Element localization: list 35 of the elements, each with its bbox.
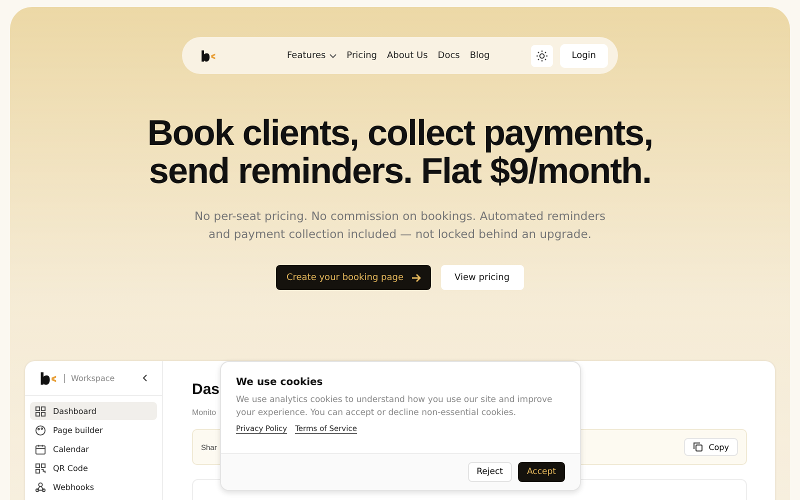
webhook-icon xyxy=(35,482,46,492)
sidebar-item[interactable]: QR Code xyxy=(30,459,157,477)
nav-link[interactable]: Docs xyxy=(438,50,460,60)
cookie-text: We use analytics cookies to understand how you use our site and improve your experience. You can accept or decline non-essential cookies. xyxy=(236,394,554,419)
sun-icon xyxy=(536,50,548,62)
nav-link[interactable]: About Us xyxy=(387,50,428,60)
sidebar-item[interactable]: Calendar xyxy=(30,440,157,458)
view-pricing-button[interactable]: View pricing xyxy=(440,265,524,290)
headline: Book clients, collect payments, xyxy=(147,114,653,152)
calendar-icon xyxy=(35,444,46,454)
logo-icon xyxy=(39,372,57,384)
login-button[interactable]: Login xyxy=(560,44,608,68)
chevron-left-icon[interactable] xyxy=(142,374,148,382)
qr-code-icon xyxy=(35,462,46,474)
sidebar-item[interactable]: Dashboard xyxy=(30,402,157,420)
logo-icon xyxy=(200,50,216,62)
sidebar-item[interactable]: Page builder xyxy=(30,421,157,439)
hero-subtitle: No per-seat pricing. No commission on bookings. Automated reminders and payment collection included — not locked behind an upgrade. xyxy=(193,208,607,243)
create-booking-page-button[interactable]: Create your booking page xyxy=(276,265,431,290)
copy-icon xyxy=(692,442,703,452)
reject-button[interactable]: Reject xyxy=(468,462,512,482)
nav-link[interactable]: Pricing xyxy=(346,50,378,60)
headline: send reminders. Flat $9/month. xyxy=(148,152,652,190)
dashboard-title: Das xyxy=(192,381,220,400)
workspace-label: Workspace xyxy=(64,374,135,382)
grid-icon xyxy=(35,406,46,416)
accept-button[interactable]: Accept xyxy=(518,462,565,482)
nav-link[interactable]: Features xyxy=(286,50,337,60)
theme-toggle-button[interactable] xyxy=(530,44,553,66)
cookie-title: We use cookies xyxy=(236,377,324,388)
sidebar-item[interactable]: Webhooks xyxy=(30,478,157,496)
arrow-right-icon xyxy=(410,272,421,282)
copy-button[interactable]: Copy xyxy=(684,438,738,456)
dashboard-subtitle: Monito xyxy=(192,408,216,417)
nav-link[interactable]: Blog xyxy=(470,50,490,60)
